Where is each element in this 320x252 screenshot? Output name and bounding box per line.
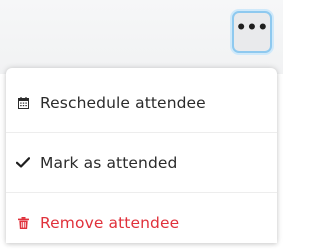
menu-item-reschedule-attendee[interactable]: Reschedule attendee: [6, 73, 277, 132]
menu-item-label: Reschedule attendee: [40, 93, 206, 112]
trash-icon: [16, 216, 30, 230]
actions-dropdown-menu: Reschedule attendee Mark as attended Rem…: [6, 68, 277, 243]
more-horizontal-icon: •••: [235, 17, 269, 38]
more-actions-button[interactable]: •••: [232, 11, 272, 53]
menu-item-label: Mark as attended: [40, 153, 178, 172]
menu-item-mark-as-attended[interactable]: Mark as attended: [6, 133, 277, 192]
calendar-icon: [16, 96, 30, 110]
menu-item-remove-attendee[interactable]: Remove attendee: [6, 193, 277, 252]
menu-item-label: Remove attendee: [40, 213, 180, 232]
check-icon: [16, 156, 30, 170]
